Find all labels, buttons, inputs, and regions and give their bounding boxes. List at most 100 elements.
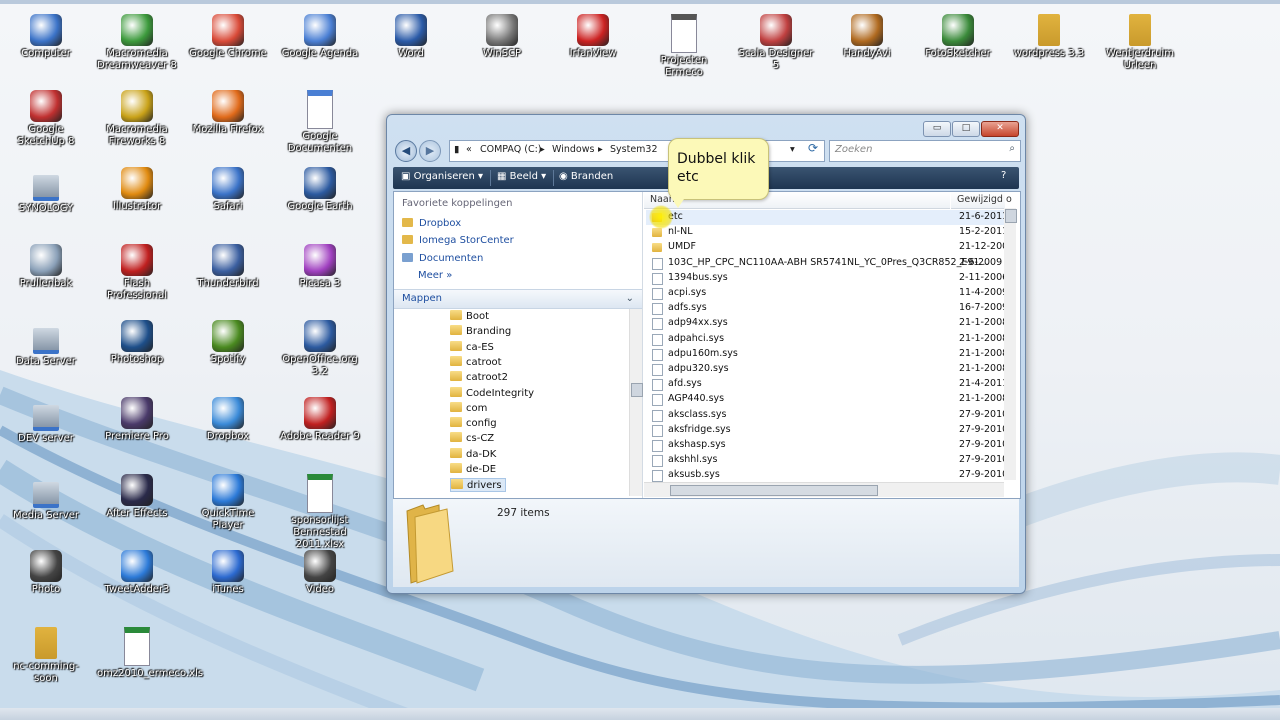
desktop-icon[interactable]: Safari (188, 167, 268, 213)
favorite-iomega[interactable]: Iomega StorCenter (402, 235, 514, 246)
file-row[interactable]: acpi.sys 11-4-2009 7 (646, 286, 1006, 301)
desktop-icon[interactable]: omz2010_ermeco.xls (97, 627, 203, 680)
desktop-icon[interactable]: Google Earth (280, 167, 360, 213)
column-modified[interactable]: Gewijzigd o (951, 192, 1012, 209)
desktop-icon[interactable]: Computer (6, 14, 86, 60)
scrollbar-thumb[interactable] (631, 383, 643, 397)
desktop-icon[interactable]: Google Documenten (280, 90, 360, 155)
address-segment[interactable]: System32 (610, 144, 658, 155)
address-segment[interactable]: Windows (552, 144, 594, 155)
favorite-dropbox[interactable]: Dropbox (402, 218, 461, 229)
scrollbar-thumb[interactable] (1005, 209, 1017, 223)
tree-item[interactable]: da-DK (450, 447, 496, 460)
desktop-icon[interactable]: FotoSketcher (918, 14, 998, 60)
desktop-icon[interactable]: Google SketchUp 8 (6, 90, 86, 148)
file-scrollbar[interactable] (1004, 208, 1017, 480)
desktop-icon[interactable]: Flash Professional (97, 244, 177, 302)
file-row[interactable]: aksfridge.sys 27-9-2010 1 (646, 423, 1006, 438)
desktop-icon[interactable]: IrfanView (553, 14, 633, 60)
address-separator[interactable]: ▸ (540, 144, 545, 155)
desktop-icon[interactable]: Adobe Reader 9 (280, 397, 360, 443)
file-row[interactable]: adpu320.sys 21-1-2008 3 (646, 362, 1006, 377)
maximize-button[interactable]: □ (952, 121, 980, 137)
tree-item[interactable]: Branding (450, 325, 511, 337)
desktop-icon[interactable]: Photoshop (97, 320, 177, 366)
address-separator[interactable]: ▸ (598, 144, 603, 155)
file-row[interactable]: akshhl.sys 27-9-2010 1 (646, 453, 1006, 468)
horizontal-scrollbar[interactable] (644, 482, 1004, 497)
tree-item[interactable]: drivers (450, 478, 506, 493)
tree-item[interactable]: cs-CZ (450, 432, 494, 444)
desktop-icon[interactable]: SYNOLOGY (6, 167, 86, 215)
folders-header[interactable]: Mappen ⌄ (394, 289, 642, 309)
organize-menu[interactable]: ▣ Organiseren ▾ (401, 171, 483, 182)
tree-scrollbar[interactable] (629, 309, 643, 496)
file-row[interactable]: akshasp.sys 27-9-2010 1 (646, 438, 1006, 453)
desktop-icon[interactable]: Thunderbird (188, 244, 268, 290)
address-overflow[interactable]: « (466, 144, 472, 155)
desktop-icon[interactable]: Dropbox (188, 397, 268, 443)
desktop-icon[interactable]: iTunes (188, 550, 268, 596)
desktop-icon[interactable]: Photo (6, 550, 86, 596)
file-row[interactable]: afd.sys 21-4-2011 1 (646, 377, 1006, 392)
search-icon[interactable]: ⌕ (1009, 143, 1015, 154)
desktop-icon[interactable]: Video (280, 550, 360, 596)
help-button[interactable]: ? (1001, 170, 1006, 181)
desktop-icon[interactable]: nc-comming-soon (6, 627, 86, 685)
back-button[interactable]: ◀ (395, 140, 417, 162)
desktop-icon[interactable]: Mozilla Firefox (188, 90, 268, 136)
desktop-icon[interactable]: Macromedia Fireworks 8 (97, 90, 177, 148)
favorites-more[interactable]: Meer » (418, 270, 452, 281)
refresh-icon[interactable]: ⟳ (805, 141, 821, 157)
view-menu[interactable]: ▦ Beeld ▾ (497, 171, 546, 182)
tree-item[interactable]: Boot (450, 310, 489, 322)
desktop-icon[interactable]: Picasa 3 (280, 244, 360, 290)
tree-item[interactable]: config (450, 417, 497, 429)
desktop-icon[interactable]: Prullenbak (6, 244, 86, 290)
desktop-icon[interactable]: Premiere Pro (97, 397, 177, 443)
desktop-icon[interactable]: Data Server (6, 320, 86, 368)
burn-button[interactable]: ◉ Branden (559, 171, 613, 182)
desktop-icon[interactable]: DEV server (6, 397, 86, 445)
desktop-icon[interactable]: OpenOffice.org 3.2 (280, 320, 360, 378)
minimize-button[interactable]: ▭ (923, 121, 951, 137)
close-button[interactable]: ✕ (981, 121, 1019, 137)
file-row[interactable]: 103C_HP_CPC_NC110AA-ABH SR5741NL_YC_0Pre… (646, 256, 1006, 271)
forward-button[interactable]: ▶ (419, 140, 441, 162)
address-segment[interactable]: COMPAQ (C:) (480, 144, 542, 155)
desktop-icon[interactable]: Word (371, 14, 451, 60)
tree-item[interactable]: catroot (450, 355, 502, 368)
desktop-icon[interactable]: WinSCP (462, 14, 542, 60)
desktop-icon[interactable]: Spotify (188, 320, 268, 366)
desktop-icon[interactable]: sponsorlijst Bennestad 2011.xlsx (280, 474, 360, 551)
favorite-documenten[interactable]: Documenten (402, 253, 483, 264)
tree-item[interactable]: de-DE (450, 463, 496, 475)
tree-item[interactable]: com (450, 401, 487, 414)
desktop-icon[interactable]: QuickTime Player (188, 474, 268, 532)
file-row[interactable]: adfs.sys 16-7-2009 8 (646, 301, 1006, 316)
file-row[interactable]: adpahci.sys 21-1-2008 3 (646, 332, 1006, 347)
file-row[interactable]: adpu160m.sys 21-1-2008 3 (646, 347, 1006, 362)
tree-item[interactable]: CodeIntegrity (450, 386, 534, 399)
file-row[interactable]: AGP440.sys 21-1-2008 3 (646, 392, 1006, 407)
desktop-icon[interactable]: HandyAvi (827, 14, 907, 60)
file-row[interactable]: 1394bus.sys 2-11-2006 9 (646, 271, 1006, 286)
desktop-icon[interactable]: Macromedia Dreamweaver 8 (97, 14, 177, 72)
desktop-icon[interactable]: wordpress 3.3 (1009, 14, 1089, 60)
file-row[interactable]: adp94xx.sys 21-1-2008 3 (646, 316, 1006, 331)
file-row[interactable]: UMDF 21-12-2009 (646, 240, 1006, 255)
address-dropdown-icon[interactable]: ▾ (790, 144, 795, 155)
desktop-icon[interactable]: Media Server (6, 474, 86, 522)
desktop-icon[interactable]: Google Agenda (280, 14, 360, 60)
tree-item[interactable]: ca-ES (450, 340, 494, 353)
desktop-icon[interactable]: Google Chrome (188, 14, 268, 60)
search-input[interactable]: Zoeken ⌕ (829, 140, 1021, 162)
desktop-icon[interactable]: After Effects (97, 474, 177, 520)
file-row[interactable]: nl-NL 15-2-2011 1 (646, 225, 1006, 240)
file-row[interactable]: aksclass.sys 27-9-2010 1 (646, 408, 1006, 423)
desktop-icon[interactable]: Illustrator (97, 167, 177, 213)
scrollbar-thumb[interactable] (670, 485, 878, 496)
desktop-icon[interactable]: TweetAdder3 (97, 550, 177, 596)
desktop-icon[interactable]: Wentjerdruim Urleen (1100, 14, 1180, 72)
desktop-icon[interactable]: Projecten Ermeco (644, 14, 724, 79)
